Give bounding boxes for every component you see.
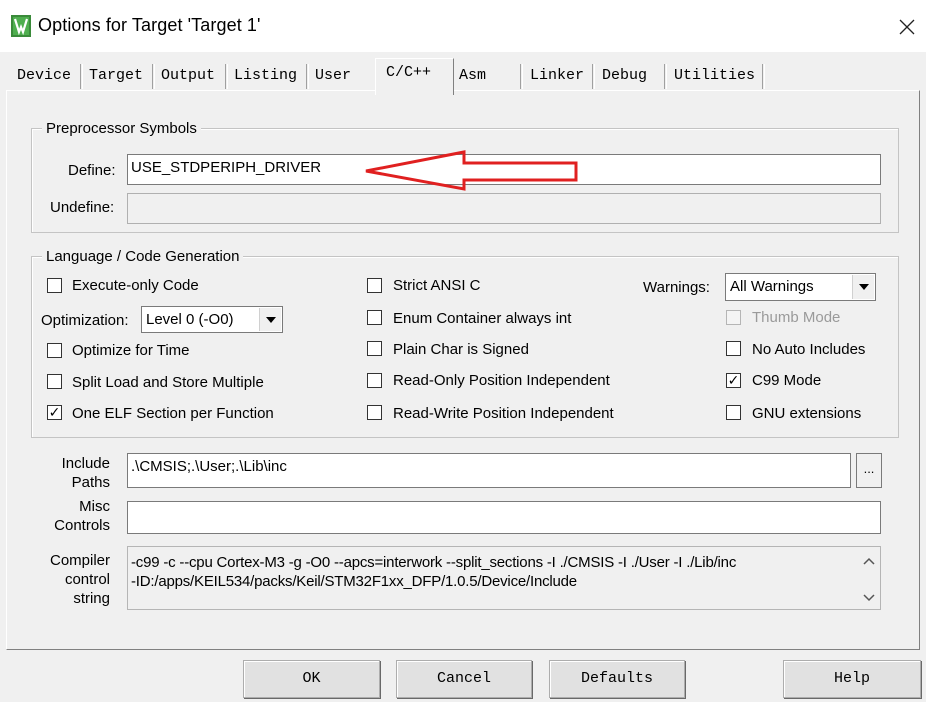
include-paths-label-line2: Paths (71, 474, 110, 491)
tab-divider (520, 64, 523, 89)
scroll-up-icon[interactable] (863, 556, 875, 566)
tab-output[interactable]: Output (161, 63, 215, 89)
compiler-control-label: Compiler control string (30, 551, 110, 608)
split-load-checkbox[interactable] (47, 374, 62, 389)
cancel-button[interactable]: Cancel (396, 660, 532, 698)
rw-pi-checkbox[interactable] (367, 405, 382, 420)
optimization-label: Optimization: (41, 312, 129, 329)
warnings-value: All Warnings (730, 278, 814, 295)
compiler-control-label-line1: Compiler (49, 552, 110, 569)
defaults-button[interactable]: Defaults (549, 660, 685, 698)
undefine-input[interactable] (127, 193, 881, 224)
c99-mode-checkbox[interactable]: ✓ (726, 373, 741, 388)
scroll-down-icon[interactable] (863, 593, 875, 603)
ro-pi-label: Read-Only Position Independent (393, 372, 610, 389)
define-label: Define: (68, 162, 116, 179)
tab-divider (225, 64, 228, 89)
title-bar: Options for Target 'Target 1' (0, 0, 926, 52)
optimization-value: Level 0 (-O0) (146, 311, 234, 328)
tab-debug[interactable]: Debug (602, 63, 647, 89)
compiler-control-line2: -ID:/apps/KEIL534/packs/Keil/STM32F1xx_D… (131, 573, 577, 590)
strict-ansi-label: Strict ANSI C (393, 277, 481, 294)
tab-divider (592, 64, 595, 89)
checkmark-icon: ✓ (727, 372, 740, 388)
ok-button[interactable]: OK (243, 660, 380, 698)
help-button[interactable]: Help (783, 660, 921, 698)
tab-strip: Device Target Output Listing User Asm Li… (0, 52, 926, 92)
gnu-ext-checkbox[interactable] (726, 405, 741, 420)
compiler-control-line1: -c99 -c --cpu Cortex-M3 -g -O0 --apcs=in… (131, 554, 737, 571)
include-paths-label-line1: Include (61, 455, 110, 472)
enum-container-checkbox[interactable] (367, 310, 382, 325)
warnings-label: Warnings: (643, 279, 710, 296)
execute-only-checkbox[interactable] (47, 278, 62, 293)
no-auto-includes-label: No Auto Includes (752, 341, 866, 358)
tab-utilities[interactable]: Utilities (674, 63, 755, 89)
gnu-ext-label: GNU extensions (752, 405, 862, 422)
include-paths-label: Include Paths (30, 454, 110, 492)
tab-cc-active[interactable]: C/C++ (375, 58, 454, 95)
tab-divider (80, 64, 83, 89)
include-paths-input[interactable]: .\CMSIS;.\User;.\Lib\inc (127, 453, 851, 488)
tab-listing[interactable]: Listing (234, 63, 297, 89)
window-title: Options for Target 'Target 1' (38, 15, 261, 35)
optimize-time-label: Optimize for Time (72, 342, 190, 359)
tab-device[interactable]: Device (17, 63, 71, 89)
tab-divider (762, 64, 765, 89)
c99-mode-label: C99 Mode (752, 372, 822, 389)
browse-button[interactable]: ... (856, 453, 882, 488)
tab-divider (664, 64, 667, 89)
warnings-select[interactable]: All Warnings (725, 273, 876, 301)
thumb-mode-checkbox[interactable] (726, 310, 741, 325)
thumb-mode-label: Thumb Mode (752, 309, 841, 326)
keil-uvision-icon (11, 15, 31, 37)
enum-container-label: Enum Container always int (393, 310, 572, 327)
tab-divider (306, 64, 309, 89)
tab-user[interactable]: User (315, 63, 351, 89)
define-input[interactable]: USE_STDPERIPH_DRIVER (127, 154, 881, 185)
language-group-label: Language / Code Generation (42, 248, 244, 265)
one-elf-label: One ELF Section per Function (72, 405, 274, 422)
compiler-control-label-line3: string (73, 590, 110, 607)
chevron-down-icon (259, 308, 281, 331)
scrollbar[interactable] (858, 547, 880, 609)
compiler-control-string[interactable]: -c99 -c --cpu Cortex-M3 -g -O0 --apcs=in… (127, 546, 881, 610)
plain-char-label: Plain Char is Signed (393, 341, 529, 358)
tab-asm[interactable]: Asm (459, 63, 486, 89)
misc-controls-label: Misc Controls (30, 497, 110, 535)
preprocessor-group-label: Preprocessor Symbols (42, 120, 201, 137)
one-elf-checkbox[interactable]: ✓ (47, 405, 62, 420)
chevron-down-icon (852, 275, 874, 299)
undefine-label: Undefine: (50, 199, 115, 216)
close-icon[interactable] (889, 10, 925, 44)
misc-controls-label-line1: Misc (79, 498, 110, 515)
compiler-control-label-line2: control (64, 571, 110, 588)
no-auto-includes-checkbox[interactable] (726, 341, 741, 356)
misc-controls-input[interactable] (127, 501, 881, 534)
ro-pi-checkbox[interactable] (367, 373, 382, 388)
rw-pi-label: Read-Write Position Independent (393, 405, 614, 422)
tab-divider (152, 64, 155, 89)
optimize-time-checkbox[interactable] (47, 343, 62, 358)
plain-char-checkbox[interactable] (367, 341, 382, 356)
tab-target[interactable]: Target (89, 63, 143, 89)
tab-linker[interactable]: Linker (530, 63, 584, 89)
misc-controls-label-line2: Controls (54, 517, 110, 534)
split-load-label: Split Load and Store Multiple (72, 374, 264, 391)
strict-ansi-checkbox[interactable] (367, 278, 382, 293)
execute-only-label: Execute-only Code (72, 277, 199, 294)
checkmark-icon: ✓ (48, 404, 61, 420)
optimization-select[interactable]: Level 0 (-O0) (141, 306, 283, 333)
